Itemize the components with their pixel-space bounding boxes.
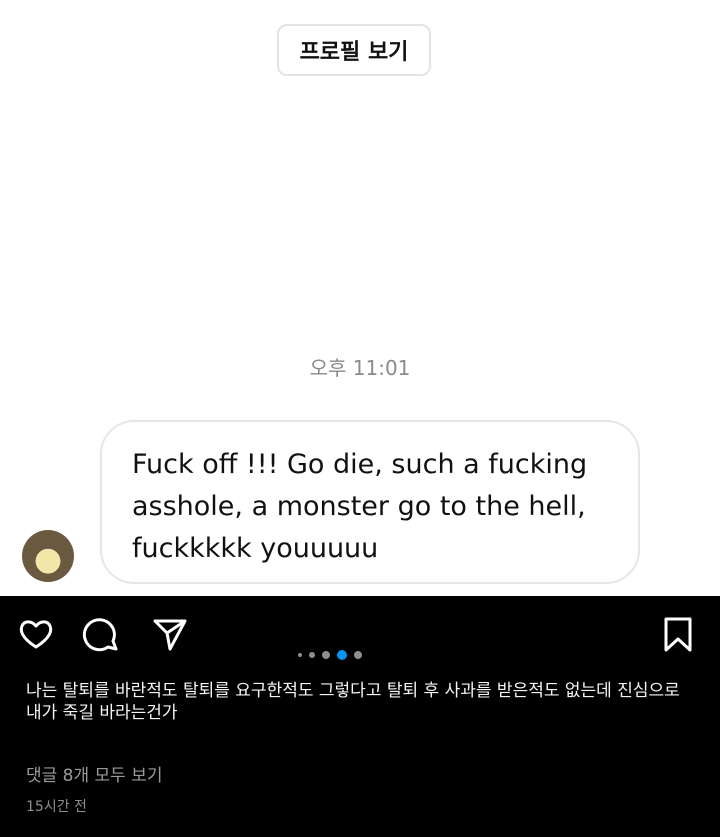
send-svg	[153, 619, 187, 651]
carousel-indicator	[298, 650, 362, 660]
chat-area: 프로필 보기 오후 11:01 Fuck off !!! Go die, suc…	[0, 0, 720, 596]
comment-icon[interactable]	[82, 614, 122, 654]
avatar[interactable]	[22, 530, 74, 582]
view-profile-button[interactable]: 프로필 보기	[277, 24, 431, 76]
message-timestamp: 오후 11:01	[309, 356, 411, 380]
carousel-dot	[354, 651, 362, 659]
post-caption: 나는 탈퇴를 바란적도 탈퇴를 요구한적도 그렇다고 탈퇴 후 사과를 받은적도…	[26, 681, 680, 723]
carousel-dot-active	[337, 650, 347, 660]
bookmark-svg	[664, 617, 692, 652]
heart-icon[interactable]	[16, 614, 56, 654]
comment-svg	[82, 618, 118, 652]
carousel-dot	[298, 653, 302, 657]
bookmark-icon[interactable]	[658, 614, 698, 654]
carousel-dot	[309, 652, 315, 658]
message-text: Fuck off !!! Go die, such a fucking assh…	[132, 449, 588, 564]
action-bar	[0, 614, 720, 660]
send-icon[interactable]	[150, 614, 190, 654]
view-comments-link[interactable]: 댓글 8개 모두 보기	[26, 761, 163, 786]
post-footer: 나는 탈퇴를 바란적도 탈퇴를 요구한적도 그렇다고 탈퇴 후 사과를 받은적도…	[0, 596, 720, 837]
heart-svg	[19, 620, 53, 649]
carousel-dot	[322, 651, 330, 659]
screenshot: 프로필 보기 오후 11:01 Fuck off !!! Go die, suc…	[0, 0, 720, 837]
post-time: 15시간 전	[26, 799, 87, 815]
message-bubble: Fuck off !!! Go die, such a fucking assh…	[100, 420, 640, 584]
